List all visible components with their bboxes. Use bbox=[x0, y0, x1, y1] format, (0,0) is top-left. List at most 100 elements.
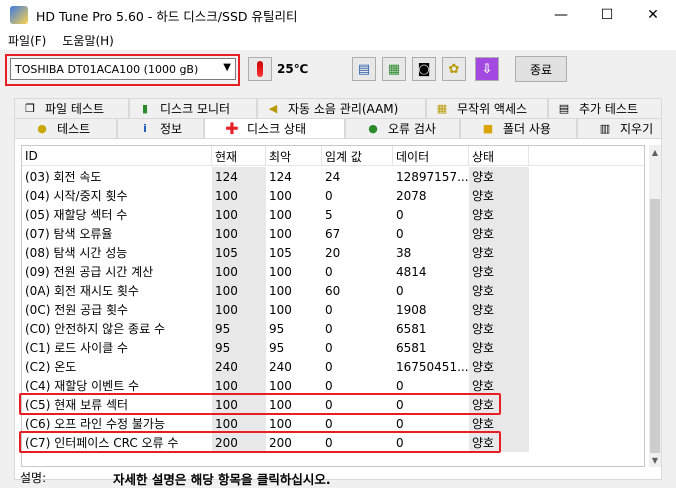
cell-id: (07) 탐색 오류율 bbox=[25, 227, 113, 241]
speaker-icon: ◀ bbox=[268, 102, 278, 115]
column-header-status[interactable]: 상태 bbox=[469, 146, 529, 166]
cell-current: 95 bbox=[212, 338, 266, 357]
cell-threshold: 5 bbox=[325, 207, 333, 222]
cell-threshold: 0 bbox=[325, 188, 333, 203]
tab-benchmark[interactable]: ● 테스트 bbox=[14, 118, 117, 138]
cell-threshold: 0 bbox=[325, 264, 333, 279]
table-row[interactable]: (03) 회전 속도 124 124 24 12897157... 양호 bbox=[22, 167, 644, 186]
screenshot-button[interactable]: ◙ bbox=[412, 57, 436, 81]
close-button[interactable]: ✕ bbox=[630, 0, 676, 30]
menu-file[interactable]: 파일(F) bbox=[0, 32, 54, 49]
tab-file-test[interactable]: ❐ 파일 테스트 bbox=[14, 98, 129, 118]
tab-random-access[interactable]: ▦ 무작위 액세스 bbox=[426, 98, 548, 118]
table-row[interactable]: (C2) 온도 240 240 0 16750451... 양호 bbox=[22, 357, 644, 376]
cell-threshold: 0 bbox=[325, 321, 333, 336]
tab-label: 지우기 bbox=[620, 122, 654, 136]
options-button[interactable]: ✿ bbox=[442, 57, 466, 81]
exit-button[interactable]: 종료 bbox=[515, 56, 567, 82]
cell-threshold: 67 bbox=[325, 226, 341, 241]
drive-select[interactable]: TOSHIBA DT01ACA100 (1000 gB) ▼ bbox=[10, 58, 236, 80]
column-header-id[interactable]: ID bbox=[22, 146, 212, 166]
thermometer-icon bbox=[257, 61, 263, 77]
cell-current: 105 bbox=[212, 243, 266, 262]
cell-filler bbox=[529, 376, 644, 395]
copy-screen-button[interactable]: ▦ bbox=[382, 57, 406, 81]
cell-id: (03) 회전 속도 bbox=[25, 170, 102, 184]
column-header-worst[interactable]: 최악 bbox=[266, 146, 322, 166]
cell-status: 양호 bbox=[469, 167, 529, 186]
scroll-down-icon[interactable]: ▼ bbox=[649, 453, 661, 467]
cell-status: 양호 bbox=[469, 300, 529, 319]
table-row[interactable]: (05) 재할당 섹터 수 100 100 5 0 양호 bbox=[22, 205, 644, 224]
cell-data: 12897157... bbox=[396, 169, 469, 184]
scroll-up-icon[interactable]: ▲ bbox=[649, 145, 661, 159]
cell-filler bbox=[529, 338, 644, 357]
tab-label: 자동 소음 관리(AAM) bbox=[288, 102, 399, 116]
minimize-button[interactable]: — bbox=[538, 0, 584, 30]
file-test-icon: ❐ bbox=[25, 102, 35, 115]
tab-extra-tests[interactable]: ▤ 추가 테스트 bbox=[548, 98, 662, 118]
cell-worst: 95 bbox=[269, 340, 285, 355]
cell-data: 6581 bbox=[396, 340, 427, 355]
cell-worst: 124 bbox=[269, 169, 292, 184]
cell-filler bbox=[529, 167, 644, 186]
copy-screen-icon: ▦ bbox=[387, 61, 401, 77]
cell-id: (C2) 온도 bbox=[25, 360, 77, 374]
table-row[interactable]: (0A) 회전 재시도 횟수 100 100 60 0 양호 bbox=[22, 281, 644, 300]
tab-folder-usage[interactable]: ■ 폴더 사용 bbox=[460, 118, 577, 138]
table-row[interactable]: (04) 시작/중지 횟수 100 100 0 2078 양호 bbox=[22, 186, 644, 205]
cell-current: 240 bbox=[212, 357, 266, 376]
table-row[interactable]: (08) 탐색 시간 성능 105 105 20 38 양호 bbox=[22, 243, 644, 262]
tab-aam[interactable]: ◀ 자동 소음 관리(AAM) bbox=[257, 98, 426, 118]
cell-id: (0A) 회전 재시도 횟수 bbox=[25, 284, 139, 298]
cell-id: (05) 재할당 섹터 수 bbox=[25, 208, 128, 222]
cell-id: (08) 탐색 시간 성능 bbox=[25, 246, 128, 260]
cell-threshold: 0 bbox=[325, 359, 333, 374]
table-row[interactable]: (07) 탐색 오류율 100 100 67 0 양호 bbox=[22, 224, 644, 243]
save-button[interactable]: ⇩ bbox=[475, 57, 499, 81]
tabs-top-row: ❐ 파일 테스트 ▮ 디스크 모니터 ◀ 자동 소음 관리(AAM) ▦ 무작위 액세스… bbox=[14, 98, 662, 118]
app-logo-icon bbox=[10, 6, 28, 24]
cell-data: 2078 bbox=[396, 188, 427, 203]
cell-filler bbox=[529, 224, 644, 243]
table-row[interactable]: (C0) 안전하지 않은 종료 수 95 95 0 6581 양호 bbox=[22, 319, 644, 338]
column-header-threshold[interactable]: 임계 값 bbox=[322, 146, 393, 166]
maximize-button[interactable]: ☐ bbox=[584, 0, 630, 30]
health-cross-icon: ✚ bbox=[225, 119, 239, 138]
smart-table: ID 현재 최악 임계 값 데이터 상태 (03) 회전 속도 124 124 24 1… bbox=[21, 145, 645, 467]
app-window: HD Tune Pro 5.60 - 하드 디스크/SSD 유틸리티 — ☐ ✕… bbox=[0, 0, 676, 487]
cell-status: 양호 bbox=[469, 243, 529, 262]
tab-disk-monitor[interactable]: ▮ 디스크 모니터 bbox=[129, 98, 257, 118]
cell-threshold: 0 bbox=[325, 340, 333, 355]
cell-filler bbox=[529, 262, 644, 281]
copy-button[interactable]: ▤ bbox=[352, 57, 376, 81]
cell-id: (C0) 안전하지 않은 종료 수 bbox=[25, 322, 165, 336]
temperature-button[interactable] bbox=[248, 57, 272, 81]
menu-help[interactable]: 도움말(H) bbox=[54, 32, 122, 49]
cell-filler bbox=[529, 281, 644, 300]
cell-data: 38 bbox=[396, 245, 412, 260]
cell-id: (09) 전원 공급 시간 계산 bbox=[25, 265, 154, 279]
column-header-data[interactable]: 데이터 bbox=[393, 146, 469, 166]
tab-label: 파일 테스트 bbox=[45, 102, 105, 116]
vertical-scrollbar[interactable]: ▲ ▼ bbox=[649, 145, 661, 467]
column-header-current[interactable]: 현재 bbox=[212, 146, 266, 166]
cell-worst: 100 bbox=[269, 302, 292, 317]
cell-filler bbox=[529, 414, 644, 433]
table-row[interactable]: (0C) 전원 공급 횟수 100 100 0 1908 양호 bbox=[22, 300, 644, 319]
table-row[interactable]: (09) 전원 공급 시간 계산 100 100 0 4814 양호 bbox=[22, 262, 644, 281]
cell-status: 양호 bbox=[469, 338, 529, 357]
cell-worst: 100 bbox=[269, 226, 292, 241]
cell-status: 양호 bbox=[469, 357, 529, 376]
column-header-filler bbox=[529, 146, 644, 166]
table-row[interactable]: (C1) 로드 사이클 수 95 95 0 6581 양호 bbox=[22, 338, 644, 357]
tab-error-scan[interactable]: ● 오류 검사 bbox=[345, 118, 460, 138]
tab-erase[interactable]: ▥ 지우기 bbox=[577, 118, 662, 138]
cell-current: 100 bbox=[212, 262, 266, 281]
scrollbar-thumb[interactable] bbox=[650, 199, 660, 453]
cell-current: 100 bbox=[212, 205, 266, 224]
options-icon: ✿ bbox=[448, 61, 460, 77]
tab-info[interactable]: i 정보 bbox=[117, 118, 204, 138]
tab-health[interactable]: ✚ 디스크 상태 bbox=[204, 118, 345, 138]
cell-status: 양호 bbox=[469, 186, 529, 205]
